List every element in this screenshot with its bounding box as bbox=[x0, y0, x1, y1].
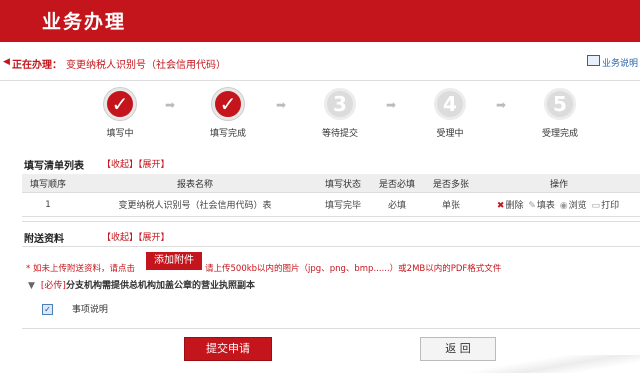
leaf-bullet-icon: ◀ bbox=[3, 57, 10, 67]
status-prefix: 正在办理： bbox=[12, 60, 62, 71]
page-header: 业务办理 bbox=[0, 0, 640, 42]
check-icon: ✓ bbox=[212, 88, 244, 120]
upload-notice: * 如未上传附送资料，请点击 bbox=[26, 264, 135, 274]
cell-status: 填写完毕 bbox=[316, 192, 370, 217]
delete-button[interactable]: 删除 bbox=[505, 201, 523, 211]
section-divider bbox=[22, 246, 640, 247]
help-link[interactable]: 业务说明 bbox=[602, 56, 638, 69]
page-title: 业务办理 bbox=[42, 11, 127, 33]
column-header: 填写状态 bbox=[316, 174, 370, 193]
step-number: 3 bbox=[324, 88, 356, 120]
triangle-down-icon[interactable]: ▼ bbox=[28, 281, 35, 291]
arrow-right-icon: ➡ bbox=[496, 98, 507, 112]
table-row: 1 变更纳税人识别号（社会信用代码）表 填写完毕 必填 单张 ✖删除 ✎填表 ◉… bbox=[22, 192, 640, 217]
column-header: 填写顺序 bbox=[22, 174, 74, 193]
progress-steps: ✓ 填写中 ➡ ✓ 填写完成 ➡ 3 等待提交 ➡ 4 受理中 ➡ 5 受理完成 bbox=[0, 88, 640, 140]
cell-multiple: 单张 bbox=[424, 192, 478, 217]
notes-checkbox-label: 事项说明 bbox=[71, 305, 108, 315]
table-header-row: 填写顺序 报表名称 填写状态 是否必填 是否多张 操作 bbox=[22, 174, 640, 193]
decorative-shadow bbox=[440, 355, 640, 373]
cell-required: 必填 bbox=[370, 192, 424, 217]
attachments-title: 附送资料 bbox=[24, 234, 64, 245]
column-header: 是否必填 bbox=[370, 174, 424, 193]
step-4: 4 受理中 bbox=[410, 88, 490, 139]
step-number: 5 bbox=[544, 88, 576, 120]
upload-requirements: 请上传500kb以内的图片（jpg、png、bmp......）或2MB以内的P… bbox=[205, 264, 502, 274]
cell-order: 1 bbox=[22, 192, 74, 217]
current-task: 变更纳税人识别号（社会信用代码） bbox=[66, 60, 226, 71]
arrow-right-icon: ➡ bbox=[386, 98, 397, 112]
notes-checkbox-row: ✓ 事项说明 bbox=[42, 302, 108, 315]
step-label: 受理中 bbox=[436, 129, 464, 139]
arrow-right-icon: ➡ bbox=[165, 98, 176, 112]
required-tag: [必传] bbox=[40, 281, 66, 291]
eye-icon: ◉ bbox=[559, 201, 568, 211]
submit-button[interactable]: 提交申请 bbox=[184, 337, 272, 361]
section-divider bbox=[22, 328, 640, 329]
form-list-title: 填写清单列表 bbox=[24, 161, 84, 172]
form-list-toggles: 【收起】【展开】 bbox=[102, 157, 170, 170]
book-icon[interactable] bbox=[587, 55, 600, 66]
expand-link[interactable]: 【展开】 bbox=[138, 160, 170, 170]
collapse-link[interactable]: 【收起】 bbox=[102, 233, 138, 243]
arrow-right-icon: ➡ bbox=[276, 98, 287, 112]
add-attachment-button[interactable]: 添加附件 bbox=[146, 252, 202, 270]
column-header: 是否多张 bbox=[424, 174, 478, 193]
step-number: 4 bbox=[434, 88, 466, 120]
step-label: 填写中 bbox=[106, 129, 134, 139]
expand-link[interactable]: 【展开】 bbox=[138, 233, 170, 243]
step-3: 3 等待提交 bbox=[300, 88, 380, 139]
printer-icon: ▭ bbox=[591, 201, 601, 211]
view-button[interactable]: 浏览 bbox=[569, 201, 587, 211]
fill-button[interactable]: 填表 bbox=[537, 201, 555, 211]
column-header: 操作 bbox=[478, 174, 640, 193]
pencil-icon: ✎ bbox=[528, 201, 536, 211]
step-label: 受理完成 bbox=[541, 129, 578, 139]
step-label: 等待提交 bbox=[321, 129, 358, 139]
check-icon: ✓ bbox=[104, 88, 136, 120]
cell-name: 变更纳税人识别号（社会信用代码）表 bbox=[74, 192, 316, 217]
required-attachment-text: 分支机构需提供总机构加盖公章的营业执照副本 bbox=[65, 281, 255, 291]
collapse-link[interactable]: 【收起】 bbox=[102, 160, 138, 170]
notes-checkbox[interactable]: ✓ bbox=[42, 304, 53, 315]
required-attachment-item[interactable]: ▼ [必传]分支机构需提供总机构加盖公章的营业执照副本 bbox=[28, 278, 255, 291]
form-list-table: 填写顺序 报表名称 填写状态 是否必填 是否多张 操作 1 变更纳税人识别号（社… bbox=[22, 174, 640, 217]
step-2: ✓ 填写完成 bbox=[188, 88, 268, 139]
print-button[interactable]: 打印 bbox=[601, 201, 619, 211]
step-label: 填写完成 bbox=[209, 129, 246, 139]
status-bar: ◀ 正在办理： 变更纳税人识别号（社会信用代码） 业务说明 bbox=[0, 44, 640, 81]
step-5: 5 受理完成 bbox=[520, 88, 600, 139]
section-divider bbox=[22, 221, 640, 222]
delete-icon: ✖ bbox=[496, 201, 505, 211]
step-1: ✓ 填写中 bbox=[80, 88, 160, 139]
column-header: 报表名称 bbox=[74, 174, 316, 193]
attachments-toggles: 【收起】【展开】 bbox=[102, 230, 170, 243]
cell-operations: ✖删除 ✎填表 ◉浏览 ▭打印 bbox=[478, 192, 640, 217]
